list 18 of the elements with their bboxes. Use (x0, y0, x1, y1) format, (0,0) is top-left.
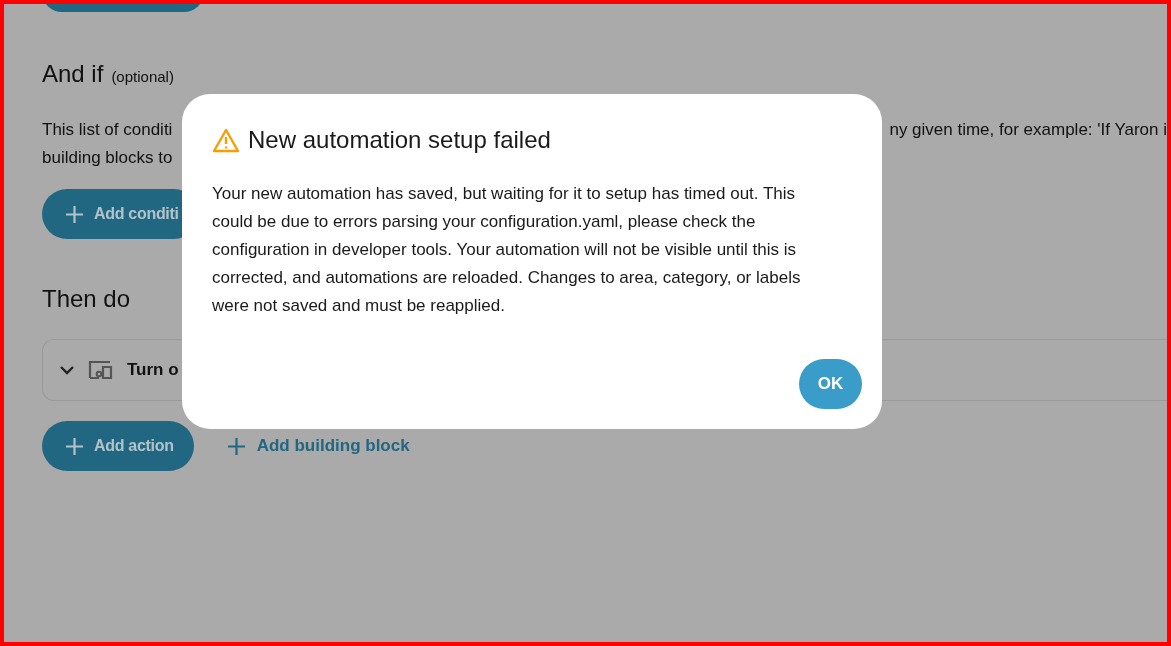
plus-icon (66, 437, 83, 455)
description-text: This list of conditi (42, 119, 173, 141)
description-text: ny given time, for example: 'If Yaron i (889, 119, 1167, 141)
warning-icon (212, 127, 240, 153)
devices-icon (87, 359, 115, 381)
plus-icon (66, 205, 83, 223)
dialog-title: New automation setup failed (248, 126, 551, 154)
dialog-message: Your new automation has saved, but waiting for it to setup has timed out. This could be due to errors parsing your configuration.yaml, please check the configuration in developer tools. Your automation will not be visible until this is corrected, and automations are reloaded. Changes to area, category, or labels were not saved and must be reapplied. (212, 183, 802, 317)
section-title: And if (42, 60, 104, 88)
description-text: building blocks to (42, 147, 173, 169)
ok-button[interactable]: OK (799, 359, 862, 409)
action-label: Turn o (127, 360, 179, 380)
optional-note: (optional) (111, 68, 174, 85)
plus-icon (227, 437, 245, 455)
add-action-button[interactable]: Add action (42, 421, 194, 471)
add-building-block-link[interactable]: Add building block (227, 436, 410, 456)
section-title: Then do (42, 285, 131, 313)
chevron-down-icon[interactable] (59, 365, 75, 375)
